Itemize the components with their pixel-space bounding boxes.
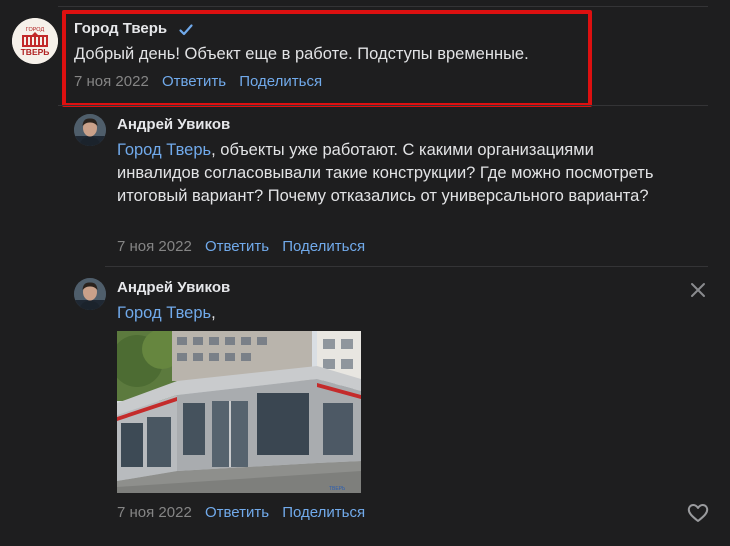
comment-author[interactable]: Андрей Увиков xyxy=(117,279,230,296)
comment-text: Добрый день! Объект еще в работе. Подсту… xyxy=(74,45,529,63)
mention-link[interactable]: Город Тверь xyxy=(117,141,211,159)
comment-meta: 7 ноя 2022 Ответить Поделиться xyxy=(117,504,374,521)
comment-date: 7 ноя 2022 xyxy=(117,504,192,521)
avatar-text-bottom: ТВЕРЬ xyxy=(21,47,50,57)
avatar-andrey-uvikov[interactable] xyxy=(74,278,106,310)
mention-link[interactable]: Город Тверь xyxy=(117,304,211,322)
avatar-andrey-uvikov[interactable] xyxy=(74,114,106,146)
top-divider xyxy=(58,6,708,7)
photo-watermark: ТВЕРЬ xyxy=(329,486,346,492)
divider xyxy=(105,266,708,267)
comment-author[interactable]: Город Тверь xyxy=(74,20,167,37)
reply-button[interactable]: Ответить xyxy=(205,504,269,521)
attached-photo[interactable]: ТВЕРЬ xyxy=(117,331,361,493)
reply-button[interactable]: Ответить xyxy=(162,73,226,90)
comment-text: Город Тверь, xyxy=(117,302,417,325)
comment-date: 7 ноя 2022 xyxy=(74,73,149,90)
avatar-gorod-tver[interactable]: ГОРОД ТВЕРЬ xyxy=(12,18,58,64)
comment-author[interactable]: Андрей Увиков xyxy=(117,116,230,133)
comment-meta: 7 ноя 2022 Ответить Поделиться xyxy=(117,238,374,255)
share-button[interactable]: Поделиться xyxy=(239,73,322,90)
checkmark-icon xyxy=(179,24,193,36)
avatar-text-top: ГОРОД xyxy=(26,27,45,33)
comment-date: 7 ноя 2022 xyxy=(117,238,192,255)
comment-text: Город Тверь, объекты уже работают. С как… xyxy=(117,139,657,208)
close-icon[interactable] xyxy=(688,280,708,300)
share-button[interactable]: Поделиться xyxy=(282,238,365,255)
divider xyxy=(58,105,708,106)
comment-meta: 7 ноя 2022 Ответить Поделиться xyxy=(74,73,331,90)
share-button[interactable]: Поделиться xyxy=(282,504,365,521)
comment-body: , xyxy=(211,304,216,322)
heart-icon[interactable] xyxy=(687,503,709,523)
reply-button[interactable]: Ответить xyxy=(205,238,269,255)
